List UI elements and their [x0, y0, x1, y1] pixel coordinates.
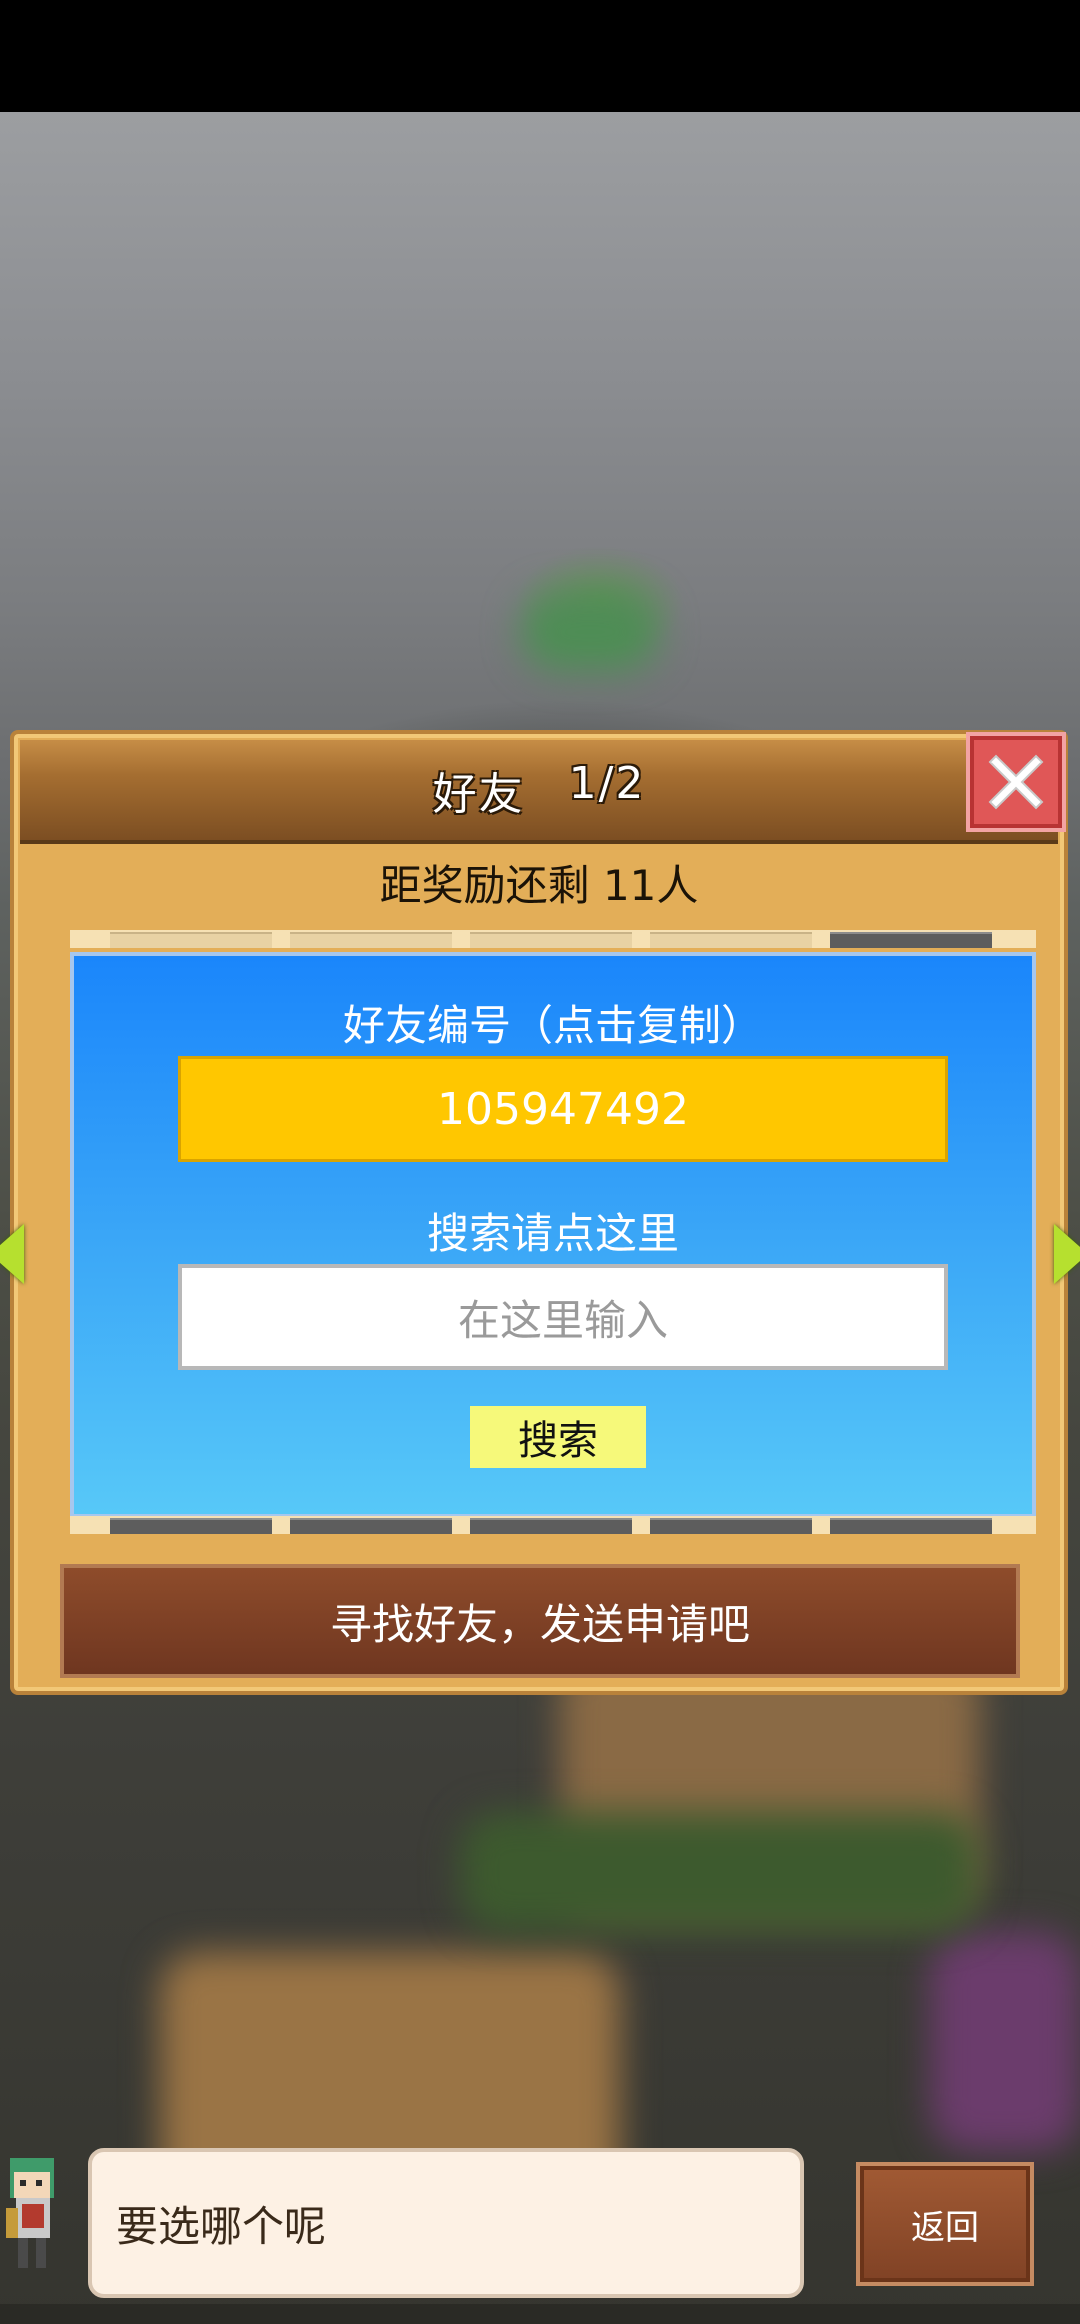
tab-strip-top [70, 930, 1036, 948]
friend-id-value: 105947492 [437, 1083, 689, 1135]
friend-id-label: 好友编号（点击复制） [342, 1001, 763, 1050]
arrow-right-icon[interactable] [1054, 1224, 1080, 1284]
search-button-label: 搜索 [518, 1418, 598, 1464]
tab-slot[interactable] [110, 932, 272, 948]
search-button[interactable]: 搜索 [470, 1406, 646, 1468]
friend-search-panel: 好友编号（点击复制） 105947492 搜索请点这里 在这里输入 搜索 [70, 952, 1036, 1518]
speech-bubble: 要选哪个呢 [88, 2148, 804, 2298]
find-friends-banner[interactable]: 寻找好友，发送申请吧 [60, 1564, 1020, 1678]
back-button-label: 返回 [911, 2207, 979, 2248]
tab-slot[interactable] [650, 932, 812, 948]
tab-slot[interactable] [470, 932, 632, 948]
character-avatar [0, 2138, 80, 2298]
tab-slot[interactable] [290, 932, 452, 948]
friends-dialog: 好友 1/2 距奖励还剩 11人 好友编号（点击复制） 105947492 搜索… [0, 730, 1080, 1695]
tab-slot[interactable] [650, 1518, 812, 1534]
tab-slot[interactable] [470, 1518, 632, 1534]
tab-slot[interactable] [290, 1518, 452, 1534]
arrow-left-icon[interactable] [0, 1224, 24, 1284]
back-button[interactable]: 返回 [856, 2162, 1034, 2286]
tab-strip-bottom [70, 1516, 1036, 1534]
dialog-title: 好友 1/2 [433, 758, 646, 822]
close-button[interactable] [966, 732, 1066, 832]
search-input[interactable]: 在这里输入 [178, 1264, 948, 1370]
dialog-header: 好友 1/2 [20, 740, 1058, 844]
search-placeholder: 在这里输入 [457, 1295, 668, 1345]
speech-text: 要选哪个呢 [116, 2201, 327, 2251]
blurred-purple-area [930, 1932, 1080, 2152]
search-label: 搜索请点这里 [426, 1209, 679, 1258]
tab-slot[interactable] [830, 1518, 992, 1534]
blurred-bushes [460, 1812, 980, 1932]
find-friends-text: 寻找好友，发送申请吧 [329, 1599, 750, 1649]
avatar-sprite [6, 2158, 54, 2268]
status-bar [0, 0, 1080, 112]
reward-remaining-text: 距奖励还剩 11人 [379, 861, 699, 910]
tab-slot[interactable] [110, 1518, 272, 1534]
tab-slot[interactable] [830, 932, 992, 948]
friend-id-copy-button[interactable]: 105947492 [178, 1056, 948, 1162]
dialog-title-text: 好友 [432, 769, 525, 820]
blurred-tree [520, 592, 660, 672]
close-icon [988, 754, 1044, 810]
bottom-edge [0, 2304, 1080, 2324]
page-indicator: 1/2 [568, 758, 646, 809]
